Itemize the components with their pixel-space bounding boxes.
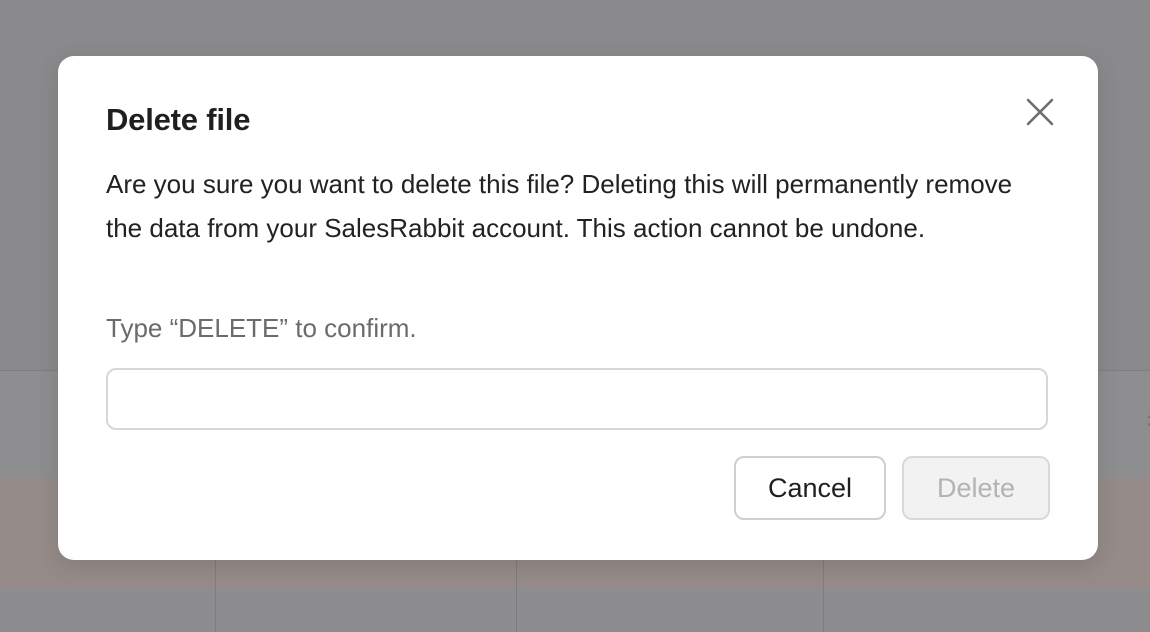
close-icon bbox=[1026, 98, 1054, 126]
close-button[interactable] bbox=[1020, 92, 1060, 132]
sort-icon: ⬍ bbox=[1144, 410, 1150, 434]
dialog-message: Are you sure you want to delete this fil… bbox=[106, 169, 1013, 243]
cancel-button[interactable]: Cancel bbox=[734, 456, 886, 520]
background-table-row bbox=[0, 588, 1150, 632]
confirm-delete-input[interactable] bbox=[106, 368, 1048, 430]
delete-file-dialog: Delete file Are you sure you want to del… bbox=[58, 56, 1098, 560]
delete-button[interactable]: Delete bbox=[902, 456, 1050, 520]
dialog-title: Delete file bbox=[106, 102, 251, 137]
confirm-instruction-label: Type “DELETE” to confirm. bbox=[106, 313, 417, 343]
